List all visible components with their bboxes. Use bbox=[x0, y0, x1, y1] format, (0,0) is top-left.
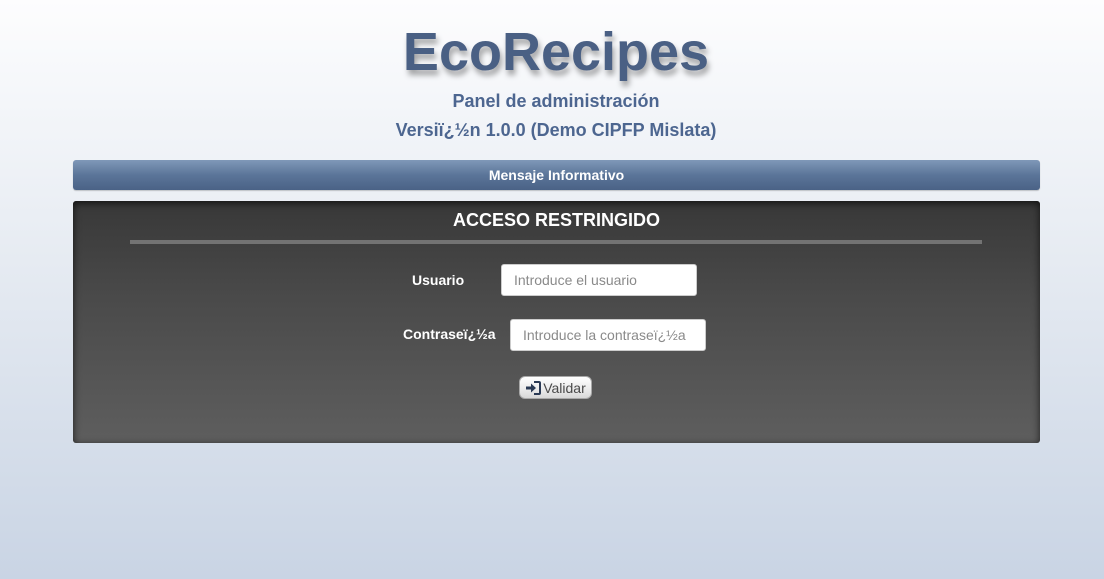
validate-button[interactable]: Validar bbox=[519, 376, 592, 399]
username-label: Usuario bbox=[412, 272, 465, 288]
sign-in-icon bbox=[525, 380, 542, 395]
info-message-text: Mensaje Informativo bbox=[488, 167, 625, 183]
password-input[interactable] bbox=[510, 319, 706, 351]
login-panel-title: ACCESO RESTRINGIDO bbox=[452, 210, 661, 230]
info-message-bar: Mensaje Informativo bbox=[73, 160, 1040, 190]
username-input[interactable] bbox=[501, 264, 697, 296]
password-label: Contraseï¿½a bbox=[403, 326, 496, 342]
version-label: Versiï¿½n 1.0.0 (Demo CIPFP Mislata) bbox=[395, 120, 717, 140]
login-panel: ACCESO RESTRINGIDO Usuario Contraseï¿½a … bbox=[73, 201, 1040, 443]
panel-divider bbox=[130, 240, 982, 244]
app-title: EcoRecipes bbox=[402, 22, 710, 82]
validate-button-label: Validar bbox=[543, 379, 586, 396]
page-subtitle: Panel de administración bbox=[452, 91, 660, 111]
